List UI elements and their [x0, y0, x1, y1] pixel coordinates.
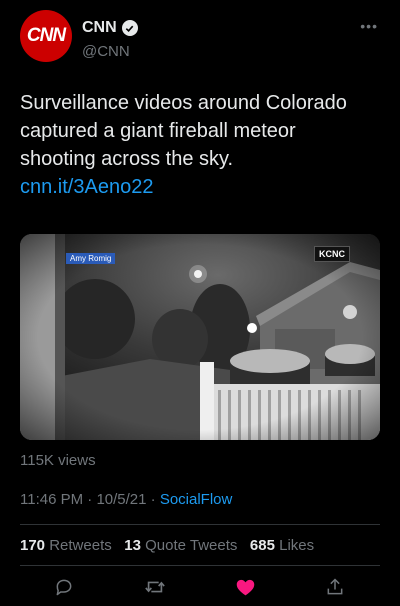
- tweet-text: Surveillance videos around Colorado capt…: [20, 89, 370, 201]
- view-count: 115K views: [20, 452, 96, 469]
- video-caption-tag: Amy Romig: [66, 253, 116, 264]
- quotes-count: 13: [124, 537, 141, 554]
- tweet-meta: 11:46 PM · 10/5/21 · SocialFlow: [20, 491, 232, 508]
- retweets-stat[interactable]: 170 Retweets: [20, 537, 112, 554]
- reply-icon: [56, 579, 72, 596]
- retweet-button[interactable]: [143, 575, 167, 599]
- tweet-date: 10/5/21: [96, 491, 147, 508]
- action-bar: [0, 573, 400, 603]
- station-logo: KCNC: [314, 246, 350, 262]
- tweet-source[interactable]: SocialFlow: [160, 491, 233, 508]
- heart-icon: [236, 579, 254, 595]
- quotes-label: Quote Tweets: [145, 537, 238, 554]
- likes-count: 685: [249, 537, 275, 554]
- name-row: CNN: [82, 19, 138, 37]
- share-button[interactable]: [323, 575, 347, 599]
- retweets-label: Retweets: [49, 537, 112, 554]
- video-frame: [20, 234, 380, 440]
- divider: [20, 524, 380, 525]
- like-button[interactable]: [233, 575, 257, 599]
- more-options-icon[interactable]: •••: [360, 18, 378, 34]
- likes-label: Likes: [279, 537, 315, 554]
- divider: [20, 565, 380, 566]
- avatar-logo: CNN: [26, 25, 66, 46]
- likes-stat[interactable]: 685 Likes: [250, 537, 314, 554]
- tweet-body: Surveillance videos around Colorado capt…: [20, 92, 347, 170]
- retweet-icon: [145, 581, 165, 593]
- avatar[interactable]: CNN: [20, 10, 72, 62]
- reply-button[interactable]: [52, 575, 76, 599]
- meta-separator: ·: [146, 491, 160, 508]
- handle[interactable]: @CNN: [82, 43, 130, 60]
- display-name[interactable]: CNN: [82, 19, 117, 37]
- tweet-time: 11:46 PM: [20, 491, 84, 508]
- tweet-link[interactable]: cnn.it/3Aeno22: [20, 176, 153, 198]
- meta-separator: ·: [83, 491, 97, 508]
- engagement-stats: 170 Retweets 13 Quote Tweets 685 Likes: [20, 537, 314, 554]
- quotes-stat[interactable]: 13 Quote Tweets: [124, 537, 237, 554]
- verified-badge-icon: [121, 20, 138, 36]
- tweet-header: CNN CNN @CNN •••: [20, 10, 380, 70]
- retweets-count: 170: [20, 537, 46, 554]
- share-icon: [327, 578, 343, 595]
- video-thumbnail[interactable]: Amy Romig KCNC: [20, 234, 380, 440]
